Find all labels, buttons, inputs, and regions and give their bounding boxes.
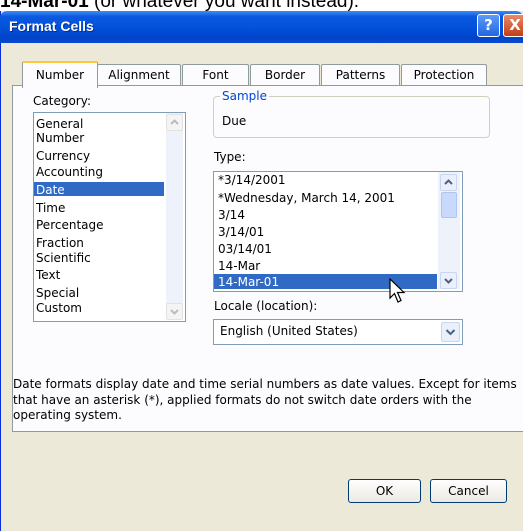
type-scroll-thumb[interactable] <box>441 192 457 218</box>
chevron-down-icon <box>445 329 456 336</box>
tab-protection[interactable]: Protection <box>401 64 487 86</box>
category-scrollbar[interactable] <box>166 113 183 319</box>
dialog-title: Format Cells <box>9 18 94 34</box>
mouse-cursor-icon <box>389 278 406 303</box>
category-item[interactable]: Scientific <box>36 251 91 265</box>
locale-value: English (United States) <box>220 324 358 338</box>
sample-value: Due <box>222 114 247 128</box>
category-item[interactable]: Number <box>36 131 84 145</box>
category-item[interactable]: Text <box>36 268 60 282</box>
category-item[interactable]: Custom <box>36 301 82 315</box>
type-item-selected[interactable]: 14-Mar-01 <box>218 275 279 289</box>
type-item[interactable]: 03/14/01 <box>218 242 272 256</box>
ok-button[interactable]: OK <box>348 479 421 503</box>
sample-legend: Sample <box>220 89 269 103</box>
category-item[interactable]: Currency <box>36 149 90 163</box>
chevron-down-icon <box>444 278 453 284</box>
type-item[interactable]: *Wednesday, March 14, 2001 <box>218 191 395 205</box>
locale-label: Locale (location): <box>214 299 318 313</box>
category-item[interactable]: Accounting <box>36 165 103 179</box>
help-button[interactable]: ? <box>477 14 500 37</box>
tab-patterns[interactable]: Patterns <box>321 64 400 86</box>
chevron-up-icon <box>444 179 453 185</box>
tab-alignment[interactable]: Alignment <box>97 64 181 86</box>
type-item[interactable]: 3/14 <box>218 208 245 222</box>
tab-font[interactable]: Font <box>182 64 249 86</box>
category-item[interactable]: Fraction <box>36 236 84 250</box>
type-item[interactable]: 14-Mar <box>218 259 260 273</box>
category-scroll-up-button[interactable] <box>166 114 183 131</box>
tab-number[interactable]: Number <box>22 61 98 88</box>
cancel-button[interactable]: Cancel <box>430 479 507 503</box>
category-scroll-down-button[interactable] <box>166 303 183 320</box>
category-item[interactable]: Time <box>36 201 65 215</box>
type-scroll-up-button[interactable] <box>440 174 457 191</box>
category-item-selected[interactable]: Date <box>36 183 65 197</box>
type-item[interactable]: *3/14/2001 <box>218 173 286 187</box>
type-item[interactable]: 3/14/01 <box>218 225 264 239</box>
type-label: Type: <box>214 150 246 164</box>
category-item[interactable]: Special <box>36 286 79 300</box>
chevron-up-icon <box>170 119 179 125</box>
type-scroll-down-button[interactable] <box>440 272 457 289</box>
close-button[interactable]: X <box>503 14 523 37</box>
category-item[interactable]: Percentage <box>36 218 104 232</box>
format-description: Date formats display date and time seria… <box>13 377 517 422</box>
locale-dropdown-button[interactable] <box>441 322 460 342</box>
chevron-down-icon <box>170 309 179 315</box>
tab-border[interactable]: Border <box>250 64 320 86</box>
category-item[interactable]: General <box>36 117 83 131</box>
category-label: Category: <box>33 94 91 108</box>
